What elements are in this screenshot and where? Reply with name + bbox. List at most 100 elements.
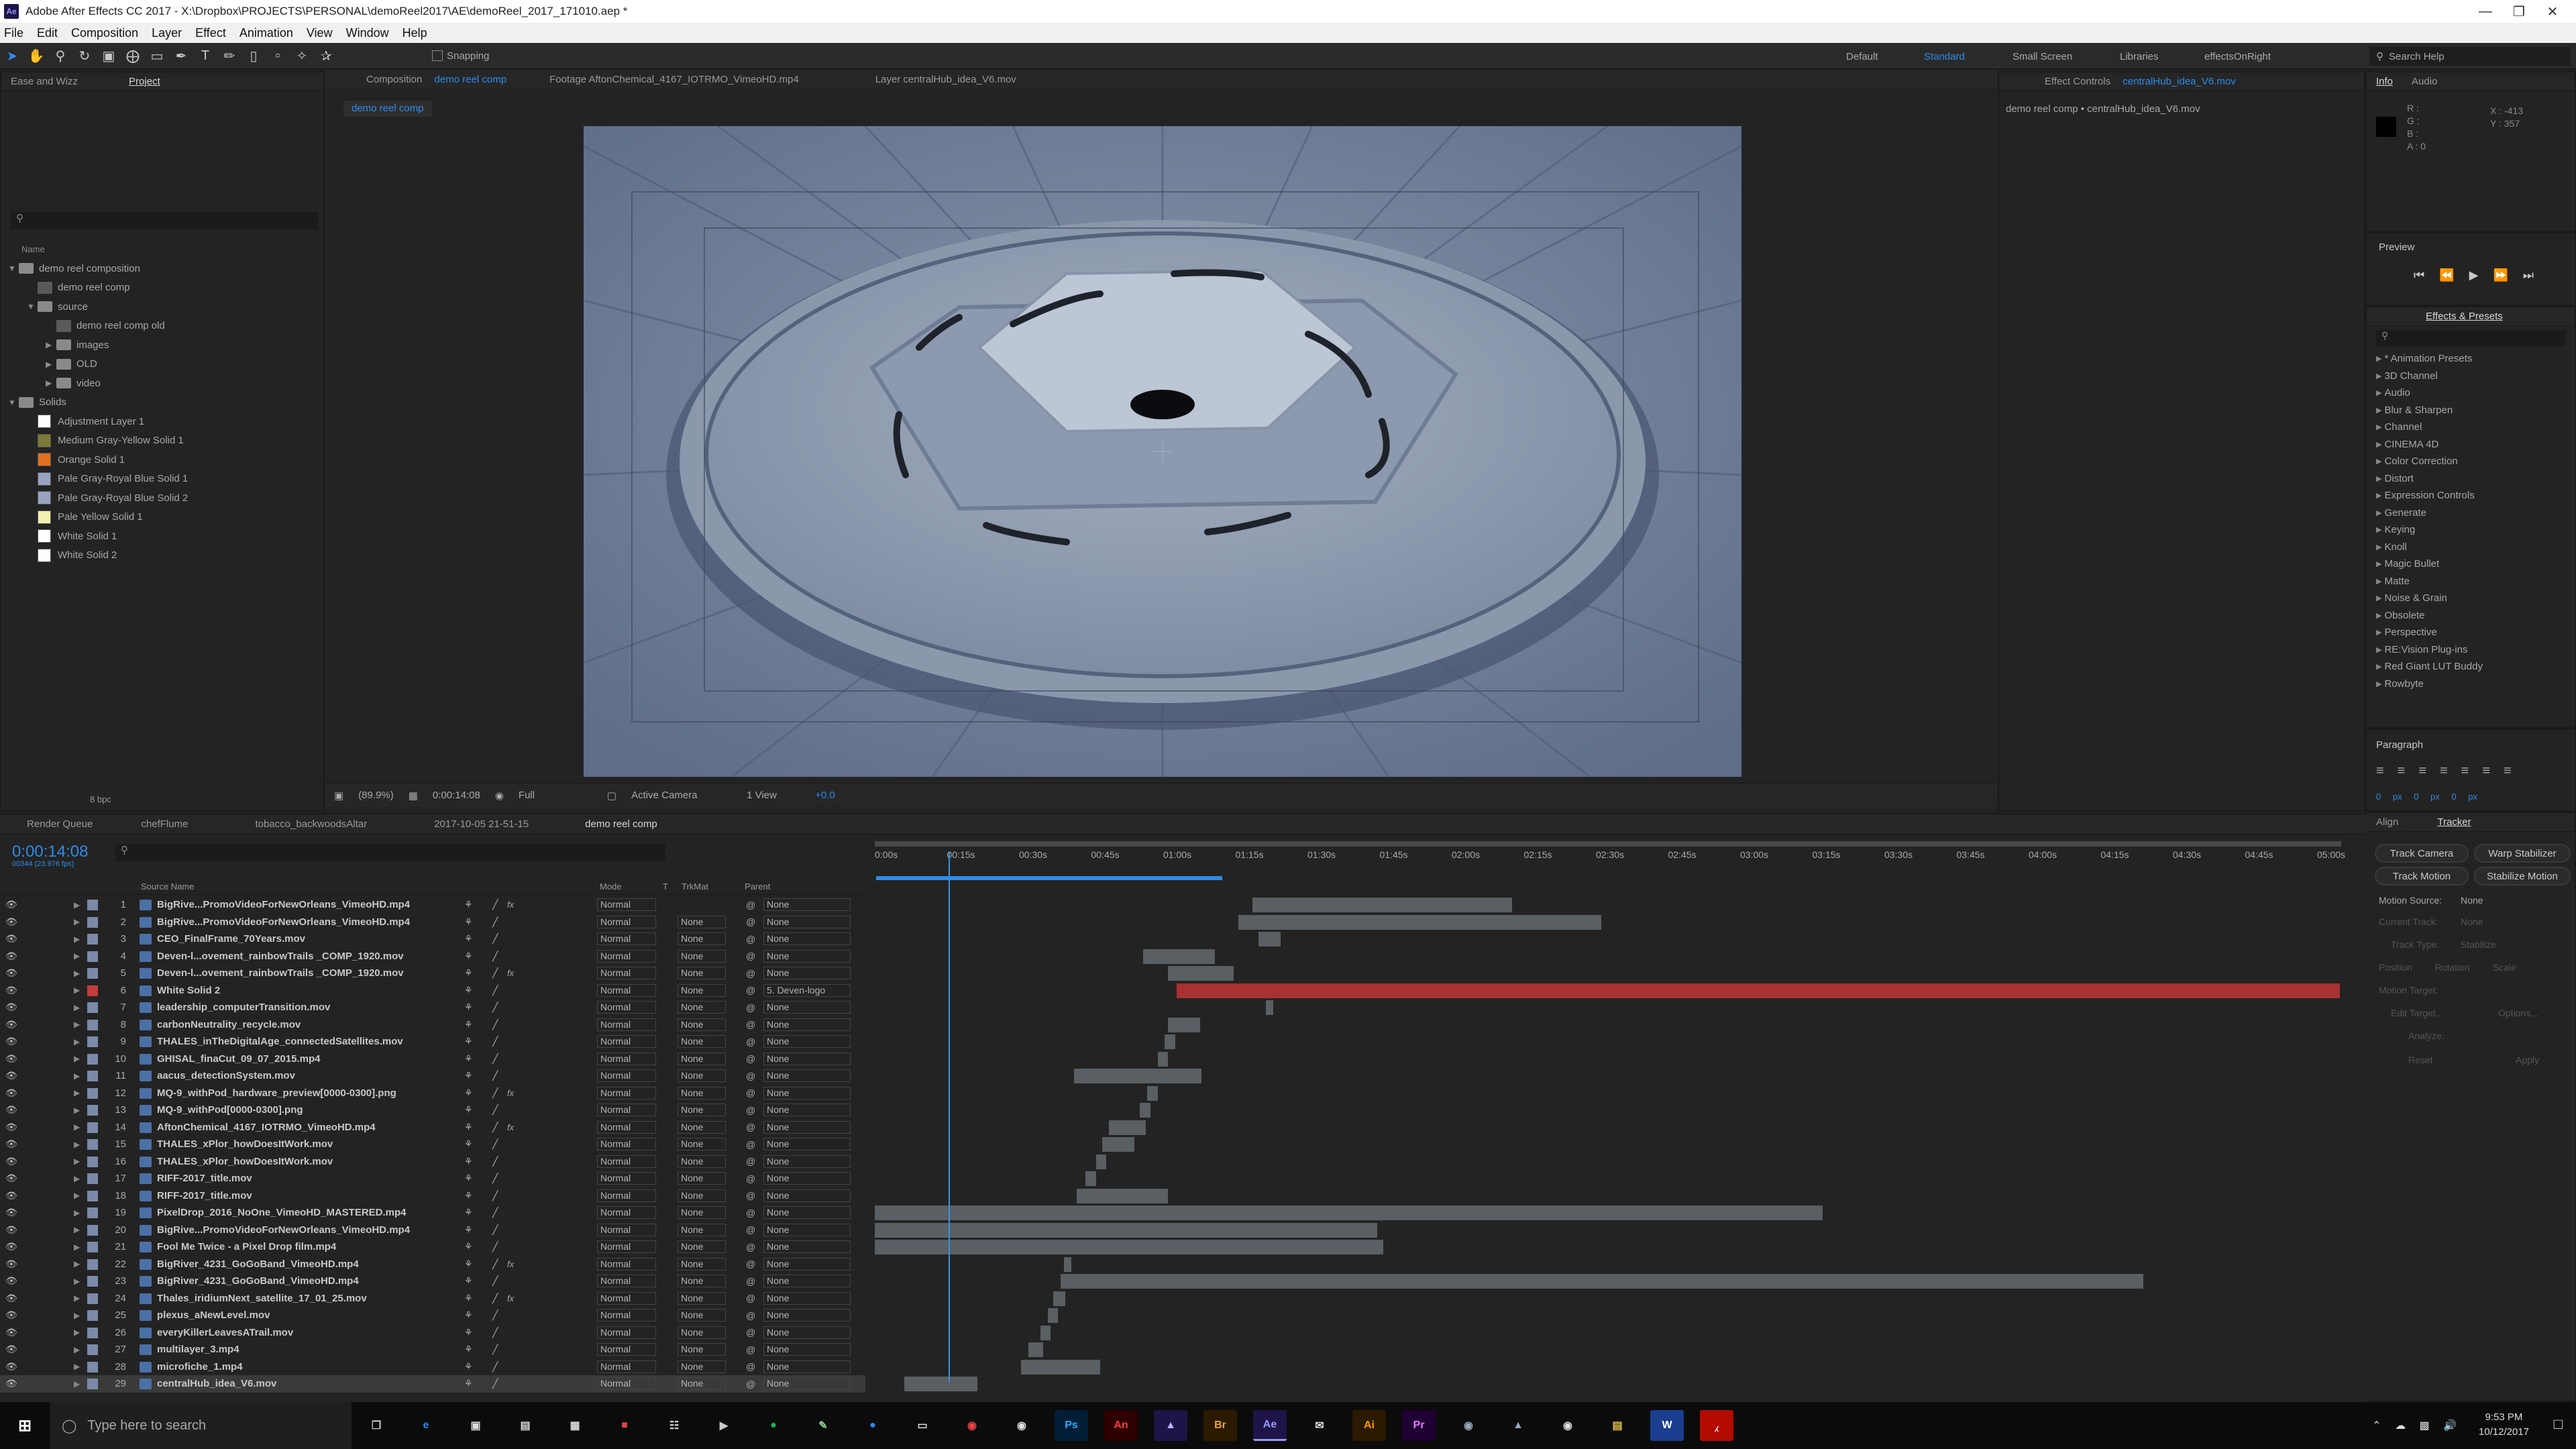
tab-project[interactable]: Project (129, 76, 160, 87)
layer-duration-bar[interactable] (1040, 1325, 1051, 1340)
edge-icon[interactable]: e (409, 1410, 443, 1441)
blend-mode-dropdown[interactable]: Normal (597, 1155, 656, 1168)
tab-render-queue[interactable]: Render Queue (27, 818, 93, 830)
visibility-eye-icon[interactable]: 👁 (5, 967, 17, 979)
layer-row[interactable]: 👁 ▶ 29 centralHub_idea_V6.mov ⚘ ╱ Normal None @ N… (0, 1375, 865, 1393)
expand-triangle-icon[interactable]: ▶ (74, 1379, 80, 1389)
label-color-swatch[interactable] (87, 1139, 98, 1150)
shy-switch-icon[interactable]: ⚘ (464, 967, 473, 979)
expand-triangle-icon[interactable]: ▶ (74, 1277, 80, 1286)
parent-pickwhip-icon[interactable]: @ (746, 1379, 755, 1389)
blend-mode-dropdown[interactable]: Normal (597, 1052, 656, 1065)
parent-dropdown[interactable]: 5. Deven-logo (763, 983, 851, 997)
label-color-swatch[interactable] (87, 900, 98, 910)
paragraph-values[interactable]: 0 px 0 px 0 px (2376, 792, 2477, 802)
shy-switch-icon[interactable]: ⚘ (464, 1327, 473, 1338)
viewer-timecode[interactable]: 0:00:14:08 (433, 790, 480, 801)
shy-switch-icon[interactable]: ⚘ (464, 1156, 473, 1167)
shy-switch-icon[interactable]: ⚘ (464, 933, 473, 945)
track-matte-dropdown[interactable]: None (678, 1240, 726, 1253)
track-matte-dropdown[interactable]: None (678, 1275, 726, 1287)
parent-dropdown[interactable]: None (763, 1257, 851, 1271)
label-color-swatch[interactable] (87, 1053, 98, 1065)
track-options[interactable]: Position Rotation Scale (2379, 962, 2516, 973)
track-motion-button[interactable]: Track Motion (2375, 867, 2469, 885)
visibility-eye-icon[interactable]: 👁 (5, 1036, 17, 1047)
layer-name[interactable]: MQ-9_withPod[0000-0300].png (157, 1104, 452, 1116)
taskbar-search-box[interactable]: ◯ Type here to search (50, 1402, 352, 1449)
disclosure-triangle-icon[interactable]: ▶ (2376, 491, 2381, 500)
timeline-search-input[interactable]: ⚲ (115, 844, 665, 861)
track-matte-dropdown[interactable]: None (678, 1223, 726, 1236)
menu-view[interactable]: View (307, 26, 333, 40)
disclosure-triangle-icon[interactable]: ▶ (2376, 559, 2381, 568)
parent-dropdown[interactable]: None (763, 967, 851, 979)
expand-triangle-icon[interactable]: ▶ (74, 934, 80, 944)
word-icon[interactable]: W (1650, 1410, 1684, 1441)
layer-row[interactable]: 👁 ▶ 7 leadership_computerTransition.mov ⚘ ╱ No… (0, 999, 865, 1016)
track-matte-dropdown[interactable]: None (678, 949, 726, 963)
layer-name[interactable]: multilayer_3.mp4 (157, 1344, 452, 1355)
label-color-swatch[interactable] (87, 1310, 98, 1321)
parent-pickwhip-icon[interactable]: @ (746, 934, 755, 945)
shy-switch-icon[interactable]: ⚘ (464, 951, 473, 962)
name-column-header[interactable]: Name (21, 244, 45, 254)
parent-dropdown[interactable]: None (763, 1138, 851, 1150)
parent-dropdown[interactable]: None (763, 1223, 851, 1236)
quality-switch-icon[interactable]: ╱ (492, 1293, 498, 1304)
project-item[interactable]: ▶ video (1, 374, 323, 393)
layer-name[interactable]: Fool Me Twice - a Pixel Drop film.mp4 (157, 1241, 452, 1252)
quality-switch-icon[interactable]: ╱ (492, 1156, 498, 1167)
spotify-icon[interactable]: ● (757, 1410, 790, 1441)
parent-pickwhip-icon[interactable]: @ (746, 1208, 755, 1218)
workspace-libraries[interactable]: Libraries (2120, 43, 2159, 70)
indent-left[interactable]: 0 px (2376, 792, 2402, 802)
parent-dropdown[interactable]: None (763, 1120, 851, 1134)
parent-pickwhip-icon[interactable]: @ (746, 1122, 755, 1132)
project-search-input[interactable]: ⚲ (11, 212, 318, 229)
media-encoder-icon[interactable]: ▲ (1154, 1410, 1187, 1441)
shy-switch-icon[interactable]: ⚘ (464, 1344, 473, 1355)
blend-mode-dropdown[interactable]: Normal (597, 1172, 656, 1185)
layer-row[interactable]: 👁 ▶ 14 AftonChemical_4167_IOTRMO_VimeoHD.mp… (0, 1119, 865, 1136)
parent-dropdown[interactable]: None (763, 1275, 851, 1287)
visibility-eye-icon[interactable]: 👁 (5, 951, 17, 962)
visibility-eye-icon[interactable]: 👁 (5, 916, 17, 928)
label-color-swatch[interactable] (87, 951, 98, 962)
roi-icon[interactable]: ▢ (607, 790, 616, 802)
resolution-dropdown[interactable]: Full (519, 790, 592, 801)
expand-triangle-icon[interactable]: ▶ (74, 951, 80, 961)
quality-switch-icon[interactable]: ╱ (492, 1224, 498, 1236)
parent-pickwhip-icon[interactable]: @ (746, 1105, 755, 1116)
layer-duration-bar[interactable] (875, 1240, 1383, 1254)
current-timecode[interactable]: 0:00:14:08 (12, 843, 88, 861)
disclosure-triangle-icon[interactable]: ▶ (2376, 457, 2381, 466)
label-color-swatch[interactable] (87, 1208, 98, 1218)
tab-align[interactable]: Align (2376, 816, 2398, 828)
quality-switch-icon[interactable]: ╱ (492, 1138, 498, 1150)
layer-name[interactable]: THALES_xPlor_howDoesItWork.mov (157, 1138, 452, 1150)
menu-composition[interactable]: Composition (71, 26, 138, 40)
effect-category[interactable]: ▶ Red Giant LUT Buddy (2367, 658, 2575, 676)
project-item[interactable]: ▼ source (1, 297, 323, 317)
parent-dropdown[interactable]: None (763, 1018, 851, 1031)
effect-category[interactable]: ▶ Noise & Grain (2367, 590, 2575, 607)
layer-row[interactable]: 👁 ▶ 24 Thales_iridiumNext_satellite_17_01_2… (0, 1290, 865, 1307)
visibility-eye-icon[interactable]: 👁 (5, 1361, 17, 1373)
visibility-eye-icon[interactable]: 👁 (5, 1327, 17, 1338)
effect-category[interactable]: ▶ Magic Bullet (2367, 555, 2575, 573)
shy-switch-icon[interactable]: ⚘ (464, 985, 473, 996)
parent-dropdown[interactable]: None (763, 898, 851, 911)
track-type-dropdown[interactable]: Stabilize (2461, 939, 2496, 950)
parent-dropdown[interactable]: None (763, 1155, 851, 1168)
expand-triangle-icon[interactable]: ▶ (74, 1191, 80, 1200)
effect-category[interactable]: ▶ Matte (2367, 573, 2575, 590)
shy-switch-icon[interactable]: ⚘ (464, 1053, 473, 1065)
project-item[interactable]: Pale Gray-Royal Blue Solid 1 (1, 470, 323, 489)
project-item[interactable]: Adjustment Layer 1 (1, 412, 323, 431)
quality-switch-icon[interactable]: ╱ (492, 1344, 498, 1355)
label-color-swatch[interactable] (87, 1071, 98, 1081)
quality-switch-icon[interactable]: ╱ (492, 933, 498, 945)
label-color-swatch[interactable] (87, 1190, 98, 1201)
layer-name[interactable]: centralHub_idea_V6.mov (157, 1378, 452, 1389)
